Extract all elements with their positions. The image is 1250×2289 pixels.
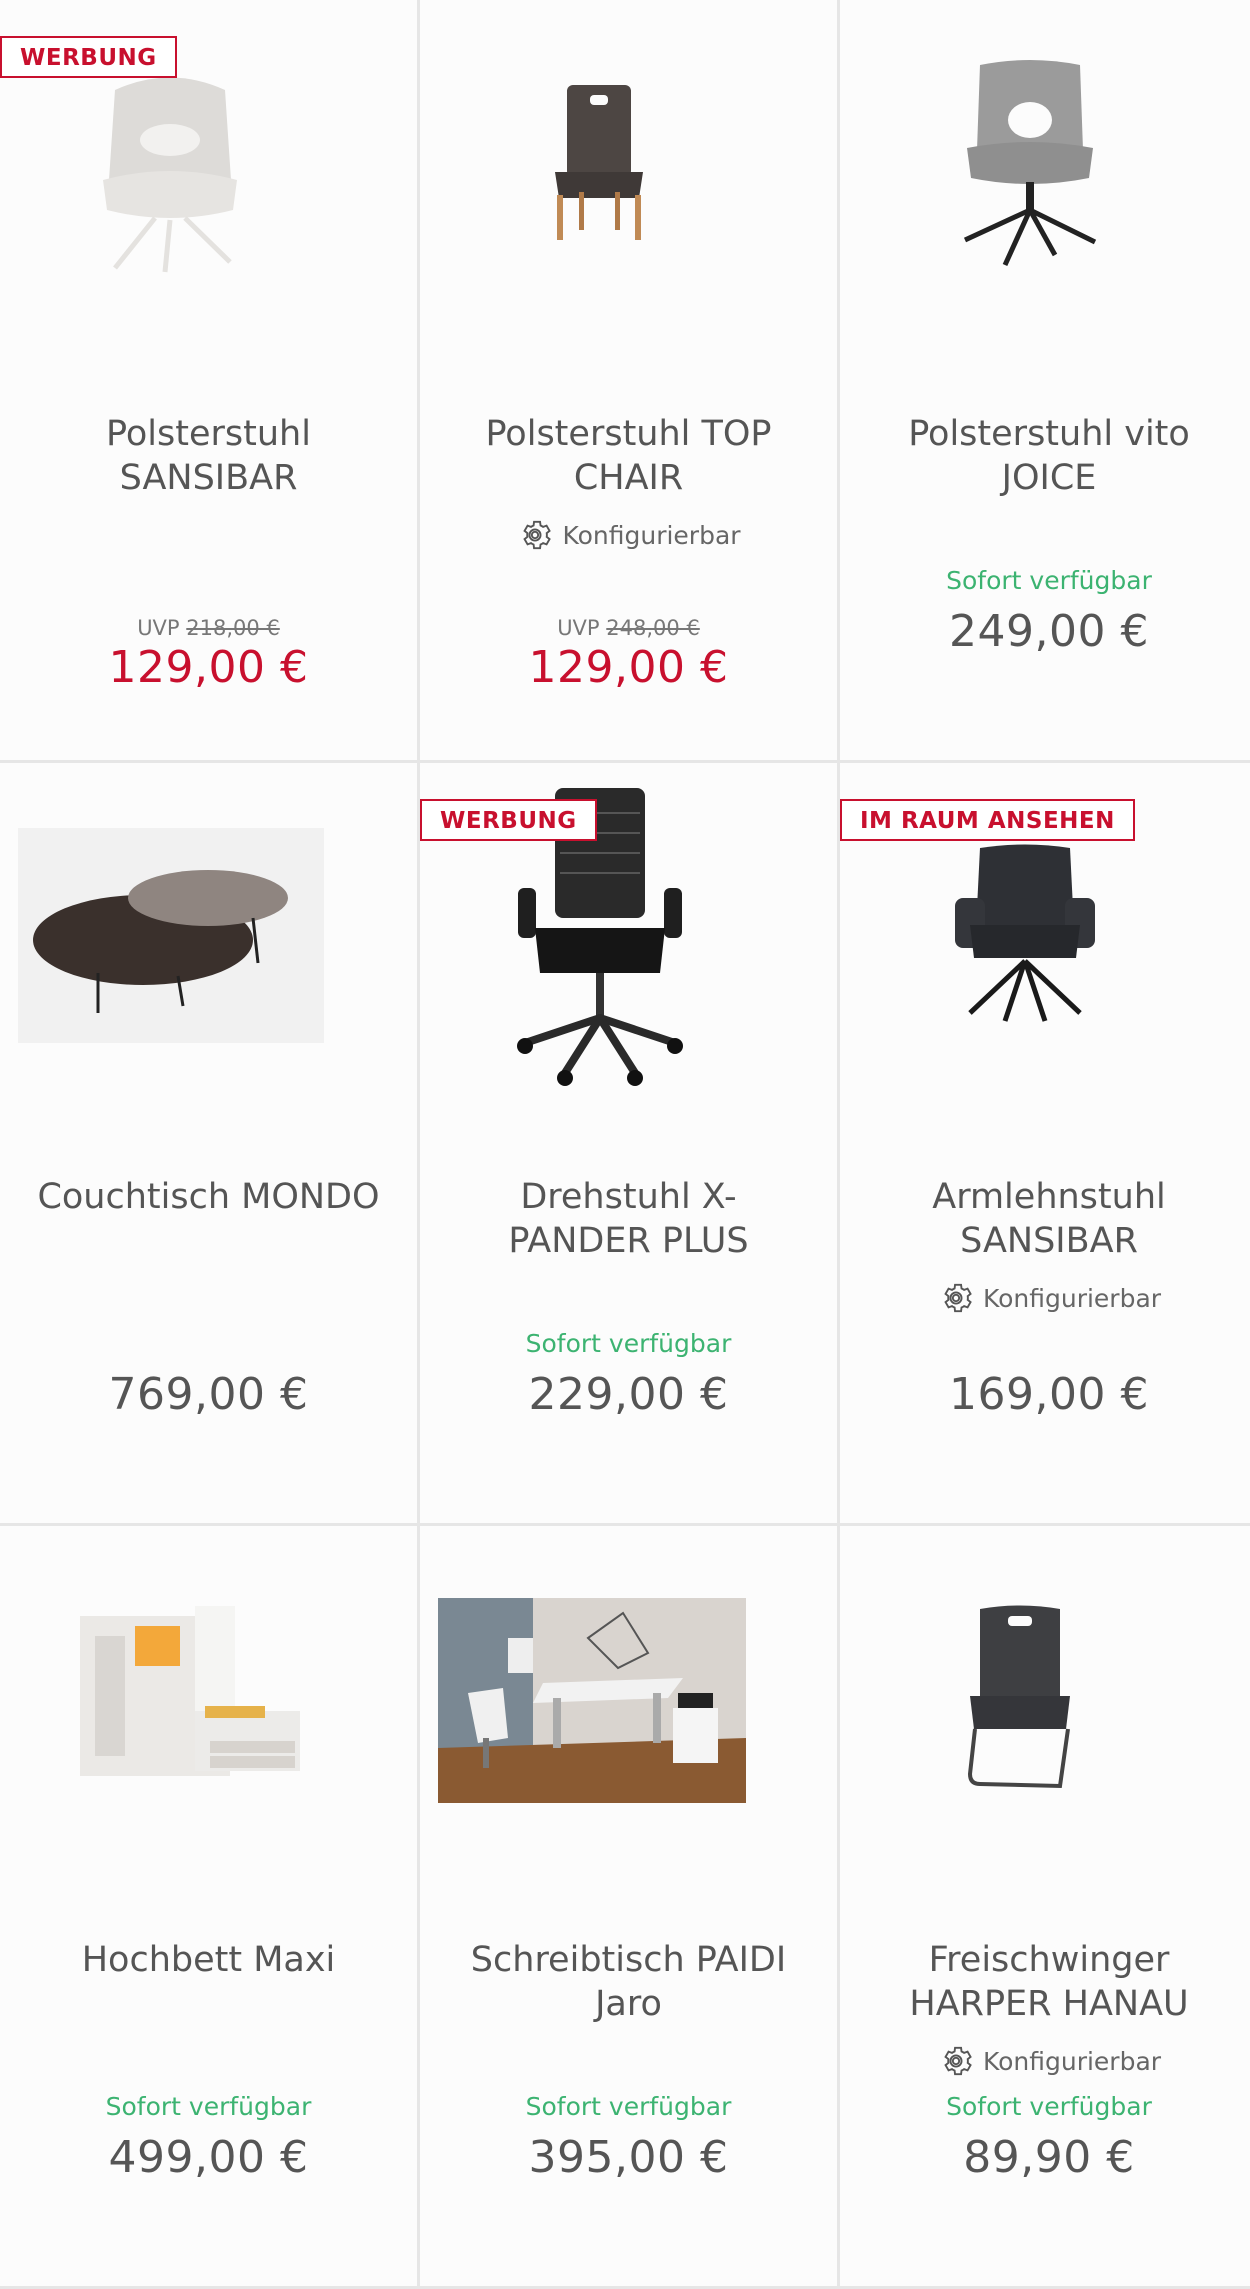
gear-icon xyxy=(523,520,552,550)
sale-price: 129,00 € xyxy=(108,642,309,693)
configurable-hint: Konfigurierbar xyxy=(840,1279,1250,1317)
price: 769,00 € xyxy=(108,1369,309,1420)
price: 395,00 € xyxy=(528,2132,729,2183)
uvp-price: UVP 248,00 € xyxy=(557,616,700,640)
uvp-price: UVP 218,00 € xyxy=(137,616,280,640)
product-card[interactable]: IM RAUM ANSEHEN Armlehnstuhl SANSIBAR Ko… xyxy=(840,763,1250,1526)
product-image[interactable] xyxy=(420,0,837,370)
product-title[interactable]: Hochbett Maxi xyxy=(30,1938,387,1982)
armchair-dark-icon xyxy=(955,844,1095,1022)
gear-icon xyxy=(944,2046,972,2076)
product-title[interactable]: Couchtisch MONDO xyxy=(30,1175,387,1219)
product-card[interactable]: Schreibtisch PAIDI Jaro Sofort verfügbar… xyxy=(420,1526,840,2289)
desk-room-icon xyxy=(438,1598,746,1803)
product-image[interactable] xyxy=(840,0,1250,370)
product-grid: WERBUNG Polsterstuhl SANSIBAR UVP 218,00… xyxy=(0,0,1250,2289)
configurable-label: Konfigurierbar xyxy=(562,520,741,550)
product-title[interactable]: Polsterstuhl TOP CHAIR xyxy=(450,412,807,500)
product-card[interactable]: WERBUNG Drehstuhl X-PANDER PLUS Sofort v… xyxy=(420,763,840,1526)
product-card[interactable]: WERBUNG Polsterstuhl SANSIBAR UVP 218,00… xyxy=(0,0,420,763)
product-title[interactable]: Drehstuhl X-PANDER PLUS xyxy=(450,1175,807,1263)
gear-icon xyxy=(944,1283,972,1313)
product-title[interactable]: Schreibtisch PAIDI Jaro xyxy=(450,1938,807,2026)
product-title[interactable]: Freischwinger HARPER HANAU xyxy=(870,1938,1228,2026)
price: 249,00 € xyxy=(949,606,1149,657)
view-in-room-badge[interactable]: IM RAUM ANSEHEN xyxy=(840,799,1135,841)
product-image[interactable] xyxy=(420,1526,837,1896)
chair-light-icon xyxy=(103,77,237,273)
product-card[interactable]: Polsterstuhl TOP CHAIR Konfigurierbar UV… xyxy=(420,0,840,763)
ad-badge: WERBUNG xyxy=(420,799,597,841)
configurable-label: Konfigurierbar xyxy=(982,1283,1162,1313)
availability-status: Sofort verfügbar xyxy=(946,2092,1152,2121)
loft-bed-icon xyxy=(80,1606,300,1776)
product-card[interactable]: Hochbett Maxi Sofort verfügbar 499,00 € xyxy=(0,1526,420,2289)
product-title[interactable]: Polsterstuhl vito JOICE xyxy=(870,412,1228,500)
product-image[interactable] xyxy=(840,1526,1250,1896)
product-card[interactable]: Freischwinger HARPER HANAU Konfigurierba… xyxy=(840,1526,1250,2289)
availability-status: Sofort verfügbar xyxy=(525,1329,732,1358)
configurable-label: Konfigurierbar xyxy=(982,2046,1162,2076)
product-title[interactable]: Polsterstuhl SANSIBAR xyxy=(30,412,387,500)
product-title[interactable]: Armlehnstuhl SANSIBAR xyxy=(870,1175,1228,1263)
product-card[interactable]: Polsterstuhl vito JOICE Sofort verfügbar… xyxy=(840,0,1250,763)
price: 229,00 € xyxy=(528,1369,729,1420)
price: 499,00 € xyxy=(108,2132,309,2183)
product-card[interactable]: Couchtisch MONDO 769,00 € xyxy=(0,763,420,1526)
product-image[interactable] xyxy=(0,1526,417,1896)
availability-status: Sofort verfügbar xyxy=(946,566,1152,595)
ad-badge: WERBUNG xyxy=(0,36,177,78)
sale-price: 129,00 € xyxy=(528,642,729,693)
price: 89,90 € xyxy=(963,2132,1135,2183)
configurable-hint: Konfigurierbar xyxy=(840,2042,1250,2080)
configurable-hint: Konfigurierbar xyxy=(420,516,837,554)
availability-status: Sofort verfügbar xyxy=(525,2092,732,2121)
chair-grey-swivel-icon xyxy=(963,60,1097,267)
cantilever-chair-icon xyxy=(967,1605,1070,1789)
price: 169,00 € xyxy=(949,1369,1149,1420)
product-image[interactable] xyxy=(0,763,417,1133)
chair-wood-icon xyxy=(555,85,643,240)
coffee-table-icon xyxy=(18,828,324,1043)
availability-status: Sofort verfügbar xyxy=(105,2092,312,2121)
